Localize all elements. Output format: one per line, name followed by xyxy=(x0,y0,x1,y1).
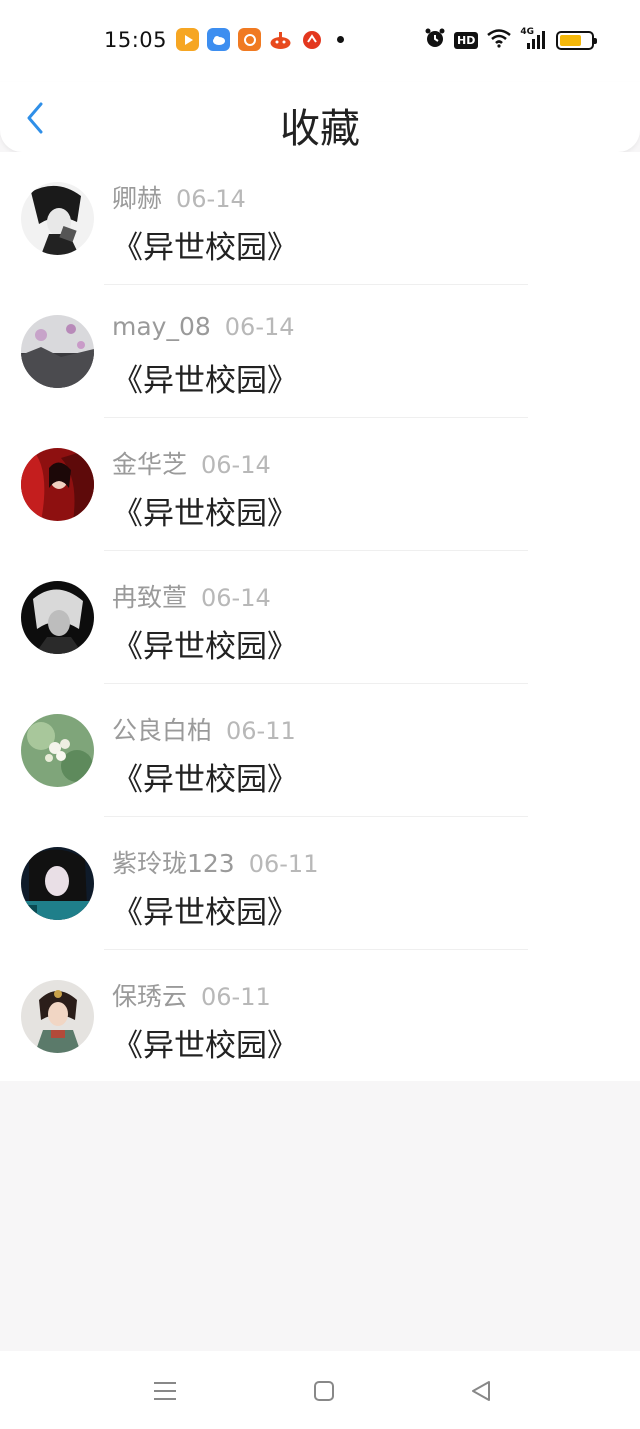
game-app-icon xyxy=(269,28,292,51)
item-header: 保琇云 06-11 xyxy=(112,977,271,1013)
avatar xyxy=(21,315,94,388)
item-title: 《异世校园》 xyxy=(112,496,298,532)
item-author: may_08 xyxy=(112,312,211,341)
home-icon xyxy=(314,1381,334,1401)
item-date: 06-14 xyxy=(201,451,271,479)
item-header: may_08 06-14 xyxy=(112,312,295,341)
item-header: 冉致萱 06-14 xyxy=(112,578,271,614)
item-title: 《异世校园》 xyxy=(112,629,298,665)
system-nav-bar xyxy=(0,1351,640,1429)
list-item[interactable]: 公良白柏 06-11 《异世校园》 xyxy=(0,684,640,817)
red-app-icon xyxy=(300,28,323,51)
battery-icon xyxy=(556,30,598,50)
battery-fill xyxy=(560,34,582,46)
item-date: 06-14 xyxy=(176,185,246,213)
item-author: 紫玲珑123 xyxy=(112,849,235,878)
avatar xyxy=(21,448,94,521)
item-date: 06-11 xyxy=(226,717,296,745)
item-author: 保琇云 xyxy=(112,982,188,1011)
app-header: 收藏 xyxy=(0,82,640,152)
signal-4g-icon: 4G xyxy=(520,27,548,51)
item-author: 冉致萱 xyxy=(112,583,188,612)
list-item[interactable]: 紫玲珑123 06-11 《异世校园》 xyxy=(0,817,640,950)
wifi-icon xyxy=(486,28,512,52)
status-bar: 15:05 HD 4G xyxy=(0,0,640,82)
avatar xyxy=(21,182,94,255)
avatar xyxy=(21,847,94,920)
item-title: 《异世校园》 xyxy=(112,895,298,931)
item-header: 公良白柏 06-11 xyxy=(112,711,296,747)
item-author: 金华芝 xyxy=(112,450,188,479)
item-date: 06-11 xyxy=(248,850,319,878)
page-title: 收藏 xyxy=(280,106,360,152)
back-nav-button[interactable] xyxy=(467,1377,495,1405)
notification-icons xyxy=(176,28,344,51)
back-triangle-icon xyxy=(472,1381,490,1401)
item-header: 金华芝 06-14 xyxy=(112,445,271,481)
list-item[interactable]: 金华芝 06-14 《异世校园》 xyxy=(0,418,640,551)
avatar xyxy=(21,581,94,654)
list-item[interactable]: 保琇云 06-11 《异世校园》 xyxy=(0,950,640,1083)
more-notifications-dot xyxy=(337,36,344,43)
menu-icon xyxy=(154,1382,176,1400)
item-author: 卿赫 xyxy=(112,184,163,213)
item-title: 《异世校园》 xyxy=(112,230,298,266)
item-date: 06-11 xyxy=(201,983,271,1011)
list-item[interactable]: may_08 06-14 《异世校园》 xyxy=(0,285,640,418)
favorites-list: 卿赫 06-14 《异世校园》 may_08 06-14 《异世校园》 金华芝 06-… xyxy=(0,152,640,1081)
list-item[interactable]: 卿赫 06-14 《异世校园》 xyxy=(0,152,640,285)
home-button[interactable] xyxy=(310,1377,338,1405)
item-header: 卿赫 06-14 xyxy=(112,179,246,215)
item-title: 《异世校园》 xyxy=(112,1028,298,1064)
item-date: 06-14 xyxy=(224,313,295,341)
item-header: 紫玲珑123 06-11 xyxy=(112,844,318,880)
avatar xyxy=(21,980,94,1053)
status-time: 15:05 xyxy=(104,28,168,52)
item-title: 《异世校园》 xyxy=(112,363,298,399)
item-date: 06-14 xyxy=(201,584,271,612)
menu-button[interactable] xyxy=(151,1377,179,1405)
hd-icon: HD xyxy=(454,31,479,49)
system-icons: HD 4G xyxy=(424,27,598,53)
alarm-icon xyxy=(424,27,446,53)
orange-app-icon xyxy=(238,28,261,51)
weather-app-icon xyxy=(207,28,230,51)
item-title: 《异世校园》 xyxy=(112,762,298,798)
list-item[interactable]: 冉致萱 06-14 《异世校园》 xyxy=(0,551,640,684)
item-author: 公良白柏 xyxy=(112,716,213,745)
avatar xyxy=(21,714,94,787)
video-app-icon xyxy=(176,28,199,51)
